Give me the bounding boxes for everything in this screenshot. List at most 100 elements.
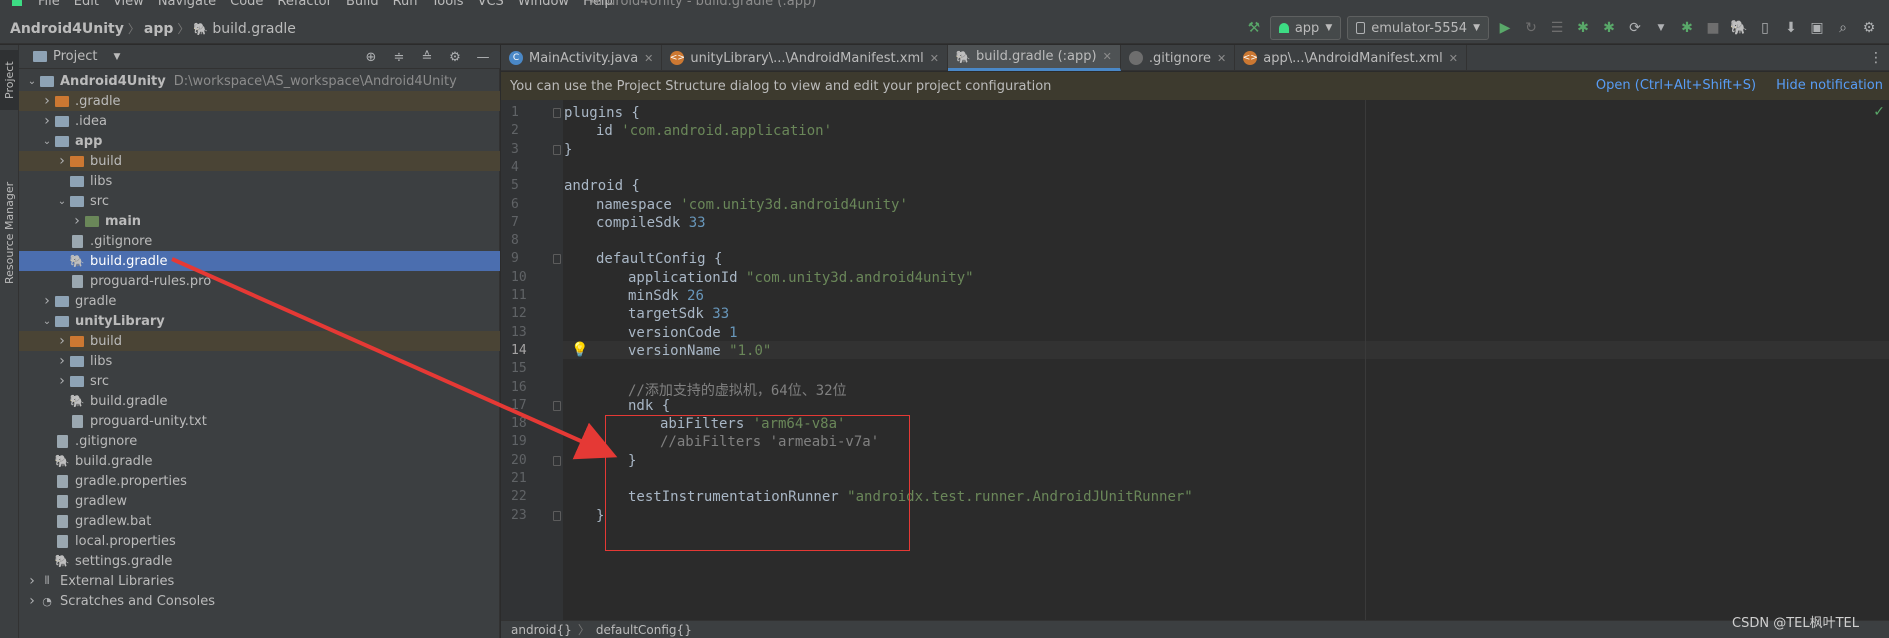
layout-inspector-icon[interactable]: ▣ [1807,18,1827,38]
editor-tab[interactable]: C MainActivity.java ✕ [501,45,663,71]
tree-item[interactable]: gradle.properties [19,471,500,491]
chevron-right-icon[interactable]: › [40,293,54,309]
more-run-options-icon[interactable]: ▼ [1651,18,1671,38]
resource-manager-tool-tab[interactable]: Resource Manager [0,170,19,295]
project-tool-tab[interactable]: Project [0,50,19,110]
close-icon[interactable]: ✕ [930,52,939,65]
tree-item[interactable]: › build [19,151,500,171]
run-icon[interactable]: ▶ [1495,18,1515,38]
chevron-right-icon[interactable]: › [55,333,69,349]
tree-item[interactable]: 🐘 build.gradle [19,251,500,271]
tree-item[interactable]: › libs [19,351,500,371]
search-icon[interactable]: ⌕ [1833,18,1853,38]
editor-tab[interactable]: .gitignore ✕ [1121,45,1236,71]
no-problems-check-icon[interactable]: ✓ [1873,104,1885,120]
menu-item-file[interactable]: File [38,0,60,9]
device-manager-icon[interactable]: ▯ [1755,18,1775,38]
stop-icon[interactable]: ■ [1703,18,1723,38]
crumb-defaultconfig[interactable]: defaultConfig{} [596,623,692,637]
chevron-down-icon[interactable]: ⌄ [25,76,39,87]
profile-icon[interactable]: ✱ [1599,18,1619,38]
chevron-down-icon[interactable]: ⌄ [40,316,54,327]
tree-item[interactable]: 🐘 build.gradle [19,451,500,471]
tree-item[interactable]: ⌄ unityLibrary [19,311,500,331]
tree-item[interactable]: ⌄ app [19,131,500,151]
fold-marker-icon[interactable] [553,455,561,466]
collapse-all-icon[interactable]: ≙ [418,48,436,66]
tree-item[interactable]: libs [19,171,500,191]
chevron-right-icon[interactable]: › [55,153,69,169]
apply-code-changes-icon[interactable]: ☰ [1547,18,1567,38]
tree-item[interactable]: › ⫴ External Libraries [19,571,500,591]
chevron-down-icon[interactable]: ⌄ [40,136,54,147]
chevron-right-icon[interactable]: › [70,213,84,229]
tree-item[interactable]: › src [19,371,500,391]
menu-item-refactor[interactable]: Refactor [277,0,332,9]
tree-item[interactable]: proguard-unity.txt [19,411,500,431]
chevron-right-icon[interactable]: › [55,373,69,389]
tree-item[interactable]: › .idea [19,111,500,131]
menu-item-run[interactable]: Run [393,0,418,9]
tree-item[interactable]: proguard-rules.pro [19,271,500,291]
locate-icon[interactable]: ⊕ [362,48,380,66]
tree-item[interactable]: › build [19,331,500,351]
close-icon[interactable]: ✕ [1103,50,1112,63]
menu-item-view[interactable]: View [113,0,144,9]
menu-item-vcs[interactable]: VCS [478,0,504,9]
sdk-manager-icon[interactable]: ⬇ [1781,18,1801,38]
fold-marker-icon[interactable] [553,108,561,118]
sync-icon[interactable]: ✱ [1677,18,1697,38]
tree-item[interactable]: .gitignore [19,231,500,251]
close-icon[interactable]: ✕ [1217,52,1226,65]
chevron-right-icon[interactable]: › [55,353,69,369]
tree-item[interactable]: › gradle [19,291,500,311]
chevron-down-icon[interactable]: ⌄ [55,196,69,207]
expand-all-icon[interactable]: ≑ [390,48,408,66]
tree-item[interactable]: 🐘 build.gradle [19,391,500,411]
close-icon[interactable]: ✕ [1449,52,1458,65]
run-config-select[interactable]: app ▼ [1269,16,1342,40]
device-select[interactable]: emulator-5554 ▼ [1347,16,1489,40]
tree-item[interactable]: › .gradle [19,91,500,111]
tree-item[interactable]: › main [19,211,500,231]
chevron-right-icon[interactable]: › [25,573,39,589]
open-project-structure-link[interactable]: Open (Ctrl+Alt+Shift+S) [1596,78,1756,93]
gradle-sync-icon[interactable]: 🐘 [1729,18,1749,38]
editor-tab[interactable]: <> unityLibrary\...\AndroidManifest.xml ✕ [662,45,948,71]
fold-marker-icon[interactable] [553,510,561,521]
menu-item-build[interactable]: Build [346,0,379,9]
crumb-android[interactable]: android{} [511,623,572,637]
minimize-icon[interactable]: — [474,48,492,66]
tree-item[interactable]: › ◔ Scratches and Consoles [19,591,500,611]
tree-item[interactable]: .gitignore [19,431,500,451]
attach-debugger-icon[interactable]: ⟳ [1625,18,1645,38]
tree-item[interactable]: ⌄ Android4Unity D:\workspace\AS_workspace\… [19,71,500,91]
tree-item[interactable]: local.properties [19,531,500,551]
tree-item[interactable]: gradlew.bat [19,511,500,531]
menu-item-navigate[interactable]: Navigate [158,0,216,9]
chevron-right-icon[interactable]: › [25,593,39,609]
editor-tab[interactable]: 🐘 build.gradle (:app) ✕ [947,45,1121,71]
apply-changes-icon[interactable]: ↻ [1521,18,1541,38]
chevron-right-icon[interactable]: › [40,113,54,129]
menu-item-code[interactable]: Code [230,0,263,9]
fold-marker-icon[interactable] [553,144,561,155]
project-view-select[interactable]: Project ▼ [33,49,120,64]
menu-item-edit[interactable]: Edit [74,0,99,9]
gear-icon[interactable]: ⚙ [446,48,464,66]
chevron-right-icon[interactable]: › [40,93,54,109]
breadcrumb-project[interactable]: Android4Unity [10,21,124,37]
editor-tab[interactable]: <> app\...\AndroidManifest.xml ✕ [1235,45,1467,71]
hammer-icon[interactable]: ⚒ [1244,18,1264,38]
hide-notification-link[interactable]: Hide notification [1776,78,1883,93]
menu-item-tools[interactable]: Tools [432,0,464,9]
menu-item-window[interactable]: Window [518,0,569,9]
debug-icon[interactable]: ✱ [1573,18,1593,38]
close-icon[interactable]: ✕ [644,52,653,65]
fold-marker-icon[interactable] [553,254,561,265]
breadcrumb-module[interactable]: app [144,21,174,37]
settings-icon[interactable]: ⚙ [1859,18,1879,38]
fold-marker-icon[interactable] [553,400,561,411]
tree-item[interactable]: 🐘 settings.gradle [19,551,500,571]
more-tabs-icon[interactable]: ⋮ [1869,50,1883,66]
